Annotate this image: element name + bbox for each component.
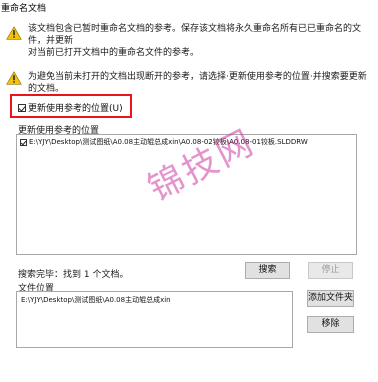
search-button[interactable]: 搜索 [245, 262, 290, 279]
update-refs-checkbox[interactable]: 更新使用参考的位置(U) [18, 102, 123, 114]
refs-list-item[interactable]: E:\YJY\Desktop\测试图纸\A0.08主动辊总成xin\A0.08-… [20, 137, 308, 147]
checkmark-icon[interactable] [20, 138, 27, 146]
title-bar: 重命名文档 [0, 0, 378, 14]
refs-item-path: E:\YJY\Desktop\测试图纸\A0.08主动辊总成xin\A0.08-… [29, 138, 308, 146]
update-refs-highlight: 更新使用参考的位置(U) [10, 94, 132, 118]
file-location-item[interactable]: E:\YJY\Desktop\测试图纸\A0.08主动辊总成xin [21, 295, 171, 305]
add-folder-button[interactable]: 添加文件夹 [307, 290, 354, 307]
update-refs-label: 更新使用参考的位置(U) [28, 104, 123, 114]
file-locations-list[interactable]: E:\YJY\Desktop\测试图纸\A0.08主动辊总成xin [16, 291, 293, 348]
checkmark-icon[interactable] [18, 103, 26, 112]
stop-button[interactable]: 停止 [308, 262, 353, 279]
warning-line-1: 该文档包含已暂时重命名文档的参考。保存该文档将永久重命名所有已已重命名的文件，并… [28, 24, 362, 46]
warning-icon [6, 71, 22, 85]
warning-message-renamed-docs: 该文档包含已暂时重命名文档的参考。保存该文档将永久重命名所有已已重命名的文件，并… [28, 23, 373, 59]
warning-icon [6, 26, 22, 40]
warning-line-2: 对当前已打开文档中的重命名文件的参考。 [28, 48, 200, 58]
search-status: 搜索完毕：找到 1 个文档。 [18, 270, 129, 280]
remove-button[interactable]: 移除 [307, 316, 354, 333]
warning-message-broken-refs: 为避免当前未打开的文档出现断开的参考，请选择·更新使用参考的位置·并搜索要更新的… [28, 72, 367, 94]
window-title: 重命名文档 [1, 4, 47, 14]
